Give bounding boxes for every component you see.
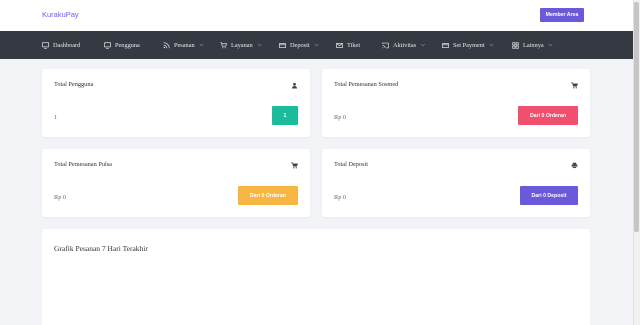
- card-icon: [279, 42, 286, 48]
- card-value: Rp 0: [334, 194, 347, 201]
- brand-logo[interactable]: KurakuPay: [42, 10, 79, 19]
- nav-label: Pengguna: [115, 41, 140, 49]
- nav-label: Deposit: [290, 41, 310, 49]
- nav-label: Tiket: [347, 41, 361, 49]
- nav-label: Dashboard: [53, 41, 81, 49]
- card-total-sosmed: Total Pemesanan Sosmed Rp 0 Dari 0 Order…: [322, 69, 590, 137]
- member-area-button[interactable]: Member Area: [540, 8, 584, 22]
- nav-item-pengguna[interactable]: Pengguna: [104, 31, 140, 59]
- top-header: KurakuPay Member Area: [0, 0, 633, 31]
- nav-label: Aktivitas: [393, 41, 417, 49]
- mail-icon: [336, 42, 343, 48]
- card-title: Total Deposit: [334, 161, 369, 168]
- card-total-pulsa: Total Pemesanan Pulsa Rp 0 Dari 0 Ordera…: [42, 149, 310, 217]
- nav-item-pesanan[interactable]: Pesanan ⌵: [163, 31, 203, 59]
- rss-icon: [163, 41, 170, 48]
- user-icon: [292, 82, 297, 89]
- nav-item-aktivitas[interactable]: Aktivitas ⌵: [382, 31, 425, 59]
- nav-item-deposit[interactable]: Deposit ⌵: [279, 31, 318, 59]
- nav-item-lainnya[interactable]: Lainnya ⌵: [512, 31, 552, 59]
- card-value: Rp 0: [54, 194, 67, 201]
- chevron-down-icon: ⌵: [199, 43, 204, 48]
- monitor-icon: [104, 41, 111, 49]
- chevron-down-icon: ⌵: [489, 43, 494, 48]
- cart-icon: [571, 82, 578, 89]
- cart-icon: [220, 41, 227, 48]
- nav-item-dashboard[interactable]: Dashboard: [42, 31, 80, 59]
- card-value: Rp 0: [334, 114, 347, 121]
- orders-chart-card: Grafik Pesanan 7 Hari Terakhir: [42, 229, 590, 325]
- nav-label: Set Payment: [453, 41, 485, 49]
- nav-item-set-payment[interactable]: Set Payment ⌵: [442, 31, 493, 59]
- monitor-icon: [42, 41, 49, 49]
- chevron-down-icon: ⌵: [421, 43, 425, 48]
- chevron-down-icon: ⌵: [548, 43, 553, 48]
- card-value: 1: [54, 114, 58, 121]
- printer-icon: [571, 162, 578, 169]
- nav-label: Pesanan: [174, 41, 195, 49]
- card-total-pengguna: Total Pengguna 1 1: [42, 69, 310, 137]
- chart-title: Grafik Pesanan 7 Hari Terakhir: [54, 244, 148, 253]
- card-total-deposit: Total Deposit Rp 0 Dari 0 Deposit: [322, 149, 590, 217]
- chevron-down-icon: ⌵: [257, 43, 262, 48]
- card-title: Total Pemesanan Sosmed: [334, 81, 399, 88]
- page-scrollbar[interactable]: [633, 0, 640, 325]
- nav-label: Layanan: [231, 41, 253, 49]
- deposit-count-button[interactable]: Dari 0 Deposit: [520, 186, 578, 205]
- card-title: Total Pengguna: [54, 81, 94, 88]
- grid-icon: [512, 41, 519, 49]
- main-navbar: Dashboard Pengguna Pesanan ⌵ Layanan ⌵ D…: [0, 31, 633, 59]
- card-icon: [442, 42, 449, 48]
- card-title: Total Pemesanan Pulsa: [54, 161, 112, 168]
- user-count-button[interactable]: 1: [272, 106, 298, 125]
- sosmed-orders-button[interactable]: Dari 0 Orderan: [518, 106, 578, 125]
- cast-icon: [382, 42, 389, 48]
- nav-item-tiket[interactable]: Tiket: [336, 31, 360, 59]
- nav-item-layanan[interactable]: Layanan ⌵: [220, 31, 261, 59]
- chevron-down-icon: ⌵: [314, 43, 319, 48]
- nav-label: Lainnya: [523, 41, 544, 49]
- pulsa-orders-button[interactable]: Dari 0 Orderan: [238, 186, 298, 205]
- cart-icon: [291, 162, 298, 169]
- scrollbar-thumb[interactable]: [634, 2, 639, 232]
